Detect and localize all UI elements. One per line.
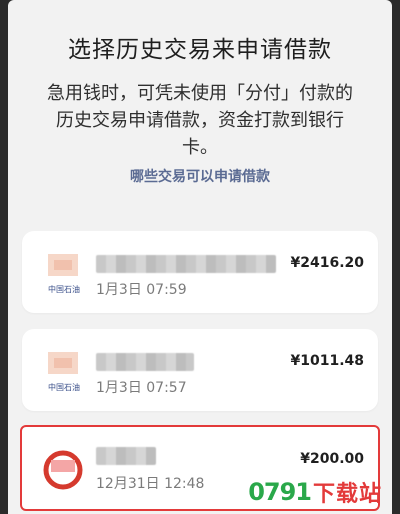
merchant-name-blurred	[96, 447, 156, 465]
fuel-station-logo-icon: 中国石油	[42, 250, 84, 296]
fuel-station-logo-icon: 中国石油	[42, 348, 84, 394]
merchant-name-blurred	[96, 353, 194, 371]
transaction-amount: ¥2416.20	[290, 255, 364, 271]
borrowing-sheet: 选择历史交易来申请借款 急用钱时，可凭未使用「分付」付款的历史交易申请借款，资金…	[8, 0, 392, 514]
transaction-time: 12月31日 12:48	[96, 476, 205, 492]
page-title: 选择历史交易来申请借款	[68, 37, 332, 63]
help-link[interactable]: 哪些交易可以申请借款	[8, 166, 392, 186]
watermark-number: 0791	[248, 478, 312, 506]
fuel-station-logo-text: 中国石油	[48, 382, 80, 392]
page-description: 急用钱时，可凭未使用「分付」付款的历史交易申请借款，资金打款到银行卡。	[47, 83, 353, 158]
transaction-card-1[interactable]: 中国石油 1月3日 07:59 ¥2416.20	[22, 231, 378, 313]
watermark-text: 下载站	[312, 482, 382, 507]
merchant-name-blurred	[96, 255, 276, 273]
transaction-time: 1月3日 07:57	[96, 380, 187, 396]
transaction-card-2[interactable]: 中国石油 1月3日 07:57 ¥1011.48	[22, 329, 378, 411]
fuel-station-logo-text: 中国石油	[48, 284, 80, 294]
transaction-amount: ¥200.00	[300, 451, 364, 467]
transaction-amount: ¥1011.48	[290, 353, 364, 369]
site-watermark: 0791 下载站	[248, 478, 382, 507]
merchant-logo-icon	[42, 446, 84, 492]
transaction-time: 1月3日 07:59	[96, 282, 187, 298]
